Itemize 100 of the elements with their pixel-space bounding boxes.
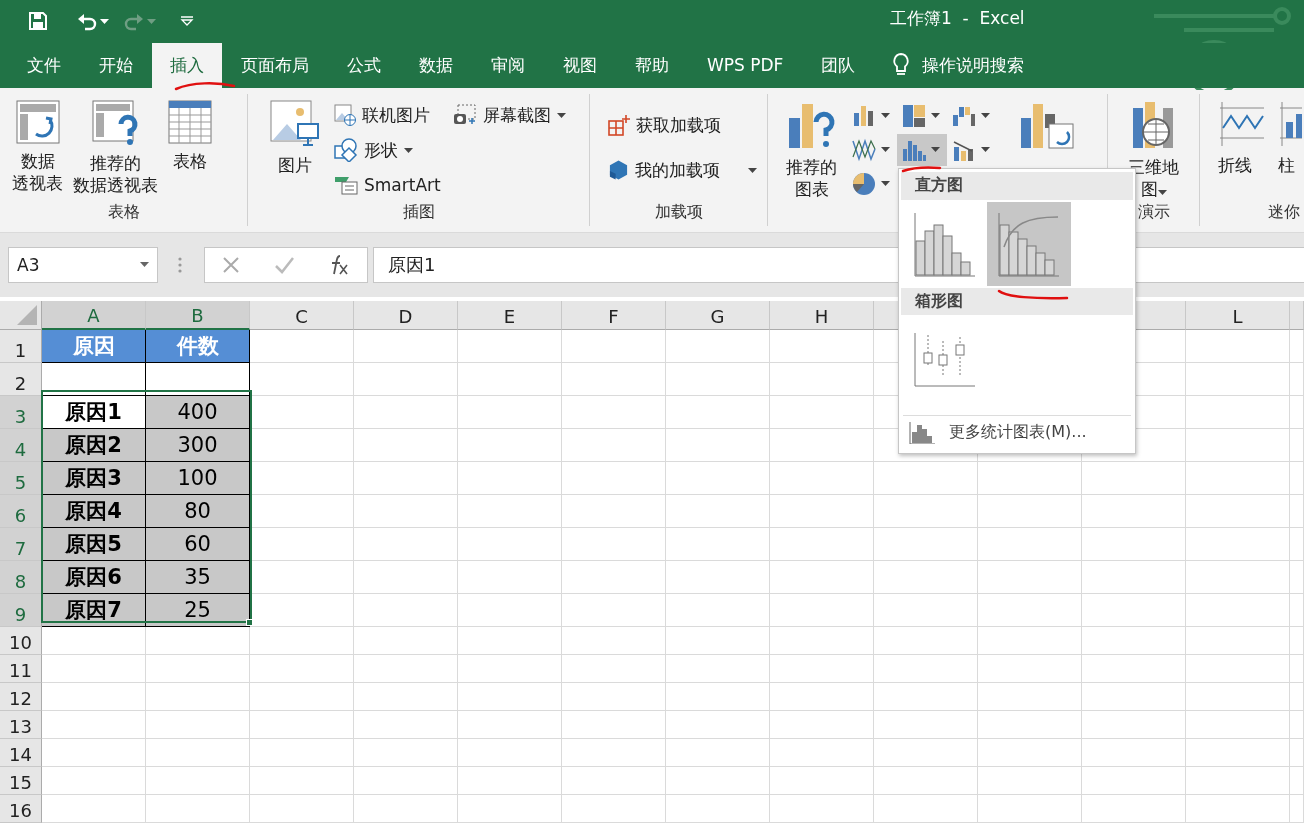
name-box[interactable]: A3 xyxy=(8,246,158,283)
ribbon-tab[interactable]: 审阅 xyxy=(472,42,544,88)
pareto-chart-icon xyxy=(998,210,1060,277)
ribbon-button[interactable]: 推荐的 数据透视表 xyxy=(69,97,162,202)
ribbon-tab[interactable]: 插入 xyxy=(152,42,222,88)
fill-handle[interactable] xyxy=(246,619,253,626)
ribbon-button[interactable]: SmartArt xyxy=(332,169,443,201)
undo-icon[interactable] xyxy=(76,11,109,32)
ribbon-button[interactable]: 我的加载项 xyxy=(606,154,759,186)
column-header[interactable]: E xyxy=(458,301,562,330)
ribbon-tab[interactable]: 视图 xyxy=(544,42,616,88)
row-header[interactable]: 1 xyxy=(0,330,42,363)
grid-cell xyxy=(1290,767,1304,795)
column-header[interactable]: F xyxy=(562,301,666,330)
ribbon-tab[interactable]: 帮助 xyxy=(616,42,688,88)
smartart-icon xyxy=(334,175,358,196)
table-cell: 原因1 xyxy=(42,396,146,429)
column-header[interactable]: A xyxy=(42,301,146,330)
row-header[interactable]: 9 xyxy=(0,594,42,627)
ribbon-tab[interactable]: 公式 xyxy=(328,42,400,88)
row-header[interactable]: 8 xyxy=(0,561,42,594)
table-cell: 100 xyxy=(146,462,250,495)
table-icon xyxy=(168,99,212,144)
ribbon-tab[interactable]: 团队 xyxy=(802,42,875,88)
shapes-icon xyxy=(334,138,358,163)
ribbon-button[interactable]: 形状 xyxy=(332,134,443,166)
ribbon-tab[interactable]: WPS PDF xyxy=(688,42,803,88)
column-header[interactable]: B xyxy=(146,301,250,330)
row-header[interactable]: 2 xyxy=(0,363,42,396)
save-icon[interactable] xyxy=(28,11,48,32)
caret-icon xyxy=(881,113,890,119)
ribbon-tab[interactable]: 开始 xyxy=(80,42,152,88)
ribbon-button[interactable]: 获取加载项 xyxy=(606,109,759,141)
ribbon-tab[interactable]: 文件 xyxy=(8,42,80,88)
ribbon-button[interactable]: 柱 xyxy=(1278,97,1302,202)
underline-annotation xyxy=(900,164,944,174)
addin-cube-icon xyxy=(608,159,629,182)
caret-icon xyxy=(556,112,566,118)
pie-chart-icon xyxy=(851,170,877,197)
more-charts-item[interactable]: 更多统计图表(M)... xyxy=(901,415,1133,450)
group-label: 演示 xyxy=(1136,201,1171,223)
ribbon-button[interactable]: 表格 xyxy=(164,97,216,202)
caret-icon xyxy=(881,147,890,153)
row-header[interactable]: 13 xyxy=(0,711,42,739)
table-cell: 原因6 xyxy=(42,561,146,594)
row-header[interactable]: 7 xyxy=(0,528,42,561)
table-cell: 原因2 xyxy=(42,429,146,462)
ribbon-button[interactable]: 联机图片 xyxy=(332,99,443,131)
enter-check-icon[interactable] xyxy=(274,255,294,274)
ribbon-button[interactable]: 图片 xyxy=(266,97,324,202)
row-header[interactable]: 3 xyxy=(0,396,42,429)
grid-cell xyxy=(1290,528,1304,561)
group-label: 插图 xyxy=(401,201,436,223)
row-header[interactable]: 14 xyxy=(0,739,42,767)
histogram-icon xyxy=(909,421,935,444)
ribbon-tab[interactable]: 数据 xyxy=(400,42,472,88)
row-header[interactable]: 12 xyxy=(0,683,42,711)
table-cell: 原因7 xyxy=(42,594,146,627)
treemap-chart-icon xyxy=(901,102,927,129)
caret-icon xyxy=(931,147,940,153)
row-header[interactable]: 16 xyxy=(0,795,42,823)
ribbon-button[interactable]: 推荐的 图表 xyxy=(782,97,841,226)
row-header[interactable]: 6 xyxy=(0,495,42,528)
histogram-icon xyxy=(914,210,976,277)
table-cell: 原因4 xyxy=(42,495,146,528)
table-cell: 400 xyxy=(146,396,250,429)
ribbon-button[interactable]: 数据 透视表 xyxy=(8,97,67,202)
grid-cell xyxy=(1290,495,1304,528)
column-header[interactable]: G xyxy=(666,301,770,330)
grid-cell xyxy=(1290,561,1304,594)
table-cell: 件数 xyxy=(146,330,250,363)
column-header[interactable]: D xyxy=(354,301,458,330)
table-cell: 80 xyxy=(146,495,250,528)
grid-cell xyxy=(1290,363,1304,396)
table-cell: 原因 xyxy=(42,330,146,363)
menu-section-title: 箱形图 xyxy=(901,287,1133,316)
table-cell: 原因3 xyxy=(42,462,146,495)
grid-cell xyxy=(1290,711,1304,739)
ribbon-button[interactable]: 折线 xyxy=(1214,97,1270,202)
row-header[interactable]: 11 xyxy=(0,655,42,683)
column-header[interactable]: C xyxy=(250,301,354,330)
ribbon-button[interactable]: 屏幕截图 xyxy=(450,99,568,131)
column-header[interactable]: L xyxy=(1186,301,1290,330)
box-plot-icon xyxy=(914,331,976,388)
table-cell: 25 xyxy=(146,594,250,627)
customize-caret-icon[interactable] xyxy=(180,16,194,27)
grid-cell xyxy=(1290,594,1304,627)
column-header[interactable]: H xyxy=(770,301,874,330)
chart-type-button[interactable] xyxy=(897,133,947,166)
screenshot-icon xyxy=(452,104,477,127)
row-header[interactable]: 4 xyxy=(0,429,42,462)
group-label: 加载项 xyxy=(653,201,704,223)
tell-me-search[interactable]: 操作说明搜索 xyxy=(922,53,1025,77)
row-header[interactable]: 5 xyxy=(0,462,42,495)
row-header[interactable]: 10 xyxy=(0,627,42,655)
table-cell: 原因5 xyxy=(42,528,146,561)
ribbon-tab[interactable]: 页面布局 xyxy=(222,42,328,88)
caret-icon xyxy=(404,147,413,153)
group-label: 表格 xyxy=(106,201,141,223)
row-header[interactable]: 15 xyxy=(0,767,42,795)
